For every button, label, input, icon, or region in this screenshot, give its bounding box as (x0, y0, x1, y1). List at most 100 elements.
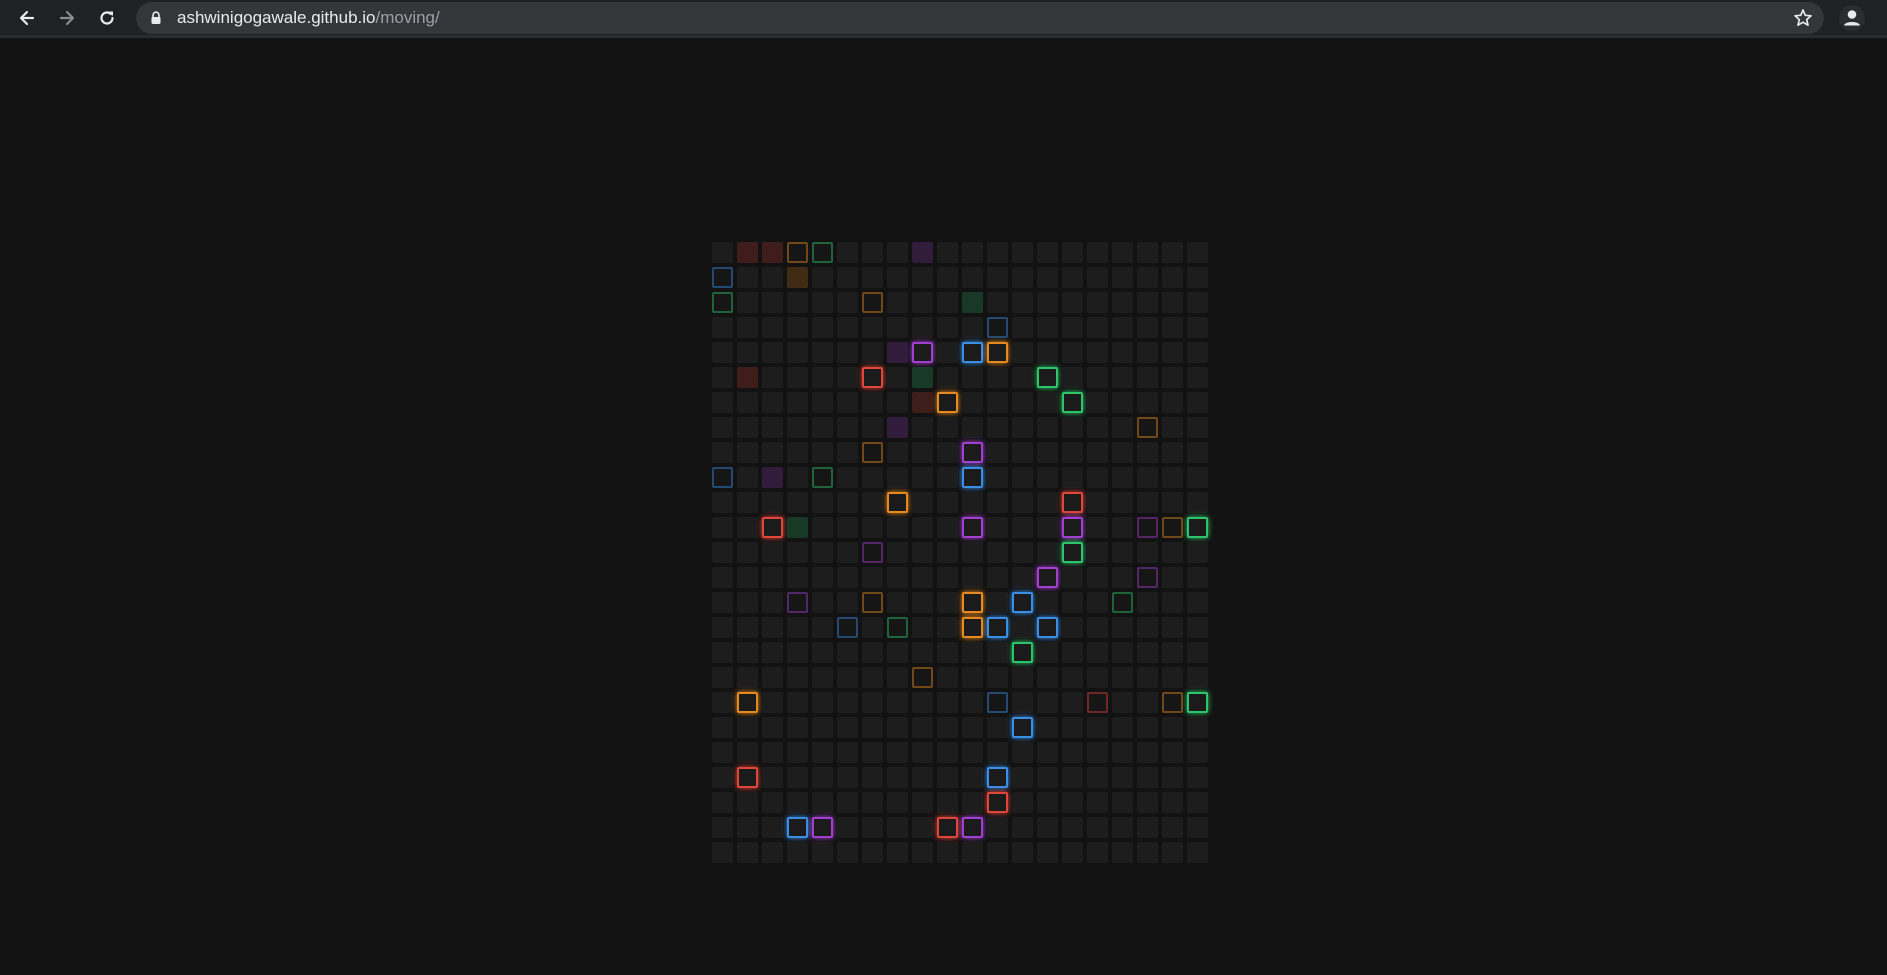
star-icon[interactable] (1792, 7, 1814, 29)
grid-cell (1012, 517, 1033, 538)
grid-cell (1012, 392, 1033, 413)
grid-cell (912, 692, 933, 713)
grid-cell (862, 492, 883, 513)
grid-cell (837, 817, 858, 838)
grid-cell (1062, 292, 1083, 313)
grid-cell (837, 467, 858, 488)
grid-cell (1162, 592, 1183, 613)
grid-cell (987, 267, 1008, 288)
grid-cell (1087, 667, 1108, 688)
grid-cell (1087, 417, 1108, 438)
grid-cell (762, 467, 783, 488)
grid-cell (812, 442, 833, 463)
grid-cell (787, 692, 808, 713)
grid-cell (962, 292, 983, 313)
grid-cell (1012, 742, 1033, 763)
grid-cell (812, 767, 833, 788)
grid-cell (1162, 742, 1183, 763)
grid-cell (962, 767, 983, 788)
grid-cell (862, 592, 883, 613)
reload-icon (100, 11, 114, 25)
grid-cell (862, 542, 883, 563)
back-button[interactable] (12, 3, 42, 33)
grid-cell (762, 792, 783, 813)
grid-cell (787, 492, 808, 513)
reload-button[interactable] (92, 3, 122, 33)
grid-cell (1162, 242, 1183, 263)
profile-icon[interactable] (1838, 4, 1866, 32)
grid-cell (912, 242, 933, 263)
grid-cell (1162, 417, 1183, 438)
grid-cell (1162, 817, 1183, 838)
grid-cell (837, 517, 858, 538)
grid-cell (1162, 542, 1183, 563)
grid-cell (887, 242, 908, 263)
grid-cell (1037, 817, 1058, 838)
grid-cell (1087, 292, 1108, 313)
grid-cell (862, 267, 883, 288)
grid-cell (1137, 717, 1158, 738)
grid-cell (787, 267, 808, 288)
grid-cell (862, 692, 883, 713)
grid-cell (937, 492, 958, 513)
grid-cell (1187, 692, 1208, 713)
grid-cell (1137, 567, 1158, 588)
grid-cell (712, 242, 733, 263)
grid-cell (737, 242, 758, 263)
grid-cell (962, 667, 983, 688)
grid-cell (987, 692, 1008, 713)
grid-cell (987, 342, 1008, 363)
grid-cell (912, 717, 933, 738)
grid-cell (912, 367, 933, 388)
grid-cell (787, 792, 808, 813)
grid-cell (962, 317, 983, 338)
grid-cell (987, 592, 1008, 613)
grid-cell (1187, 742, 1208, 763)
grid-cell (787, 542, 808, 563)
grid-cell (987, 467, 1008, 488)
grid-cell (787, 742, 808, 763)
grid-cell (887, 767, 908, 788)
grid-cell (1112, 567, 1133, 588)
grid-cell (787, 592, 808, 613)
grid-cell (987, 767, 1008, 788)
grid-cell (937, 717, 958, 738)
grid-cell (912, 567, 933, 588)
grid-cell (1187, 792, 1208, 813)
grid-cell (1187, 467, 1208, 488)
grid-cell (987, 242, 1008, 263)
grid-cell (812, 492, 833, 513)
grid-cell (1012, 592, 1033, 613)
grid-cell (1037, 517, 1058, 538)
grid-cell (1162, 442, 1183, 463)
grid-cell (912, 342, 933, 363)
grid-cell (1137, 692, 1158, 713)
grid-cell (762, 442, 783, 463)
grid-cell (937, 517, 958, 538)
grid-cell (962, 692, 983, 713)
grid-cell (862, 467, 883, 488)
address-bar[interactable]: ashwinigogawale.github.io/moving/ (136, 2, 1824, 34)
grid-cell (1012, 767, 1033, 788)
grid-cell (1112, 417, 1133, 438)
grid-cell (1187, 317, 1208, 338)
grid-cell (887, 542, 908, 563)
grid-cell (812, 367, 833, 388)
grid-cell (812, 467, 833, 488)
grid-cell (762, 417, 783, 438)
page-content (0, 38, 1887, 975)
forward-button[interactable] (52, 3, 82, 33)
grid-cell (762, 367, 783, 388)
grid-cell (1062, 617, 1083, 638)
grid-cell (787, 342, 808, 363)
grid-cell (1137, 492, 1158, 513)
grid-cell (712, 467, 733, 488)
grid-cell (1187, 442, 1208, 463)
grid-cell (1187, 842, 1208, 863)
grid-cell (1137, 742, 1158, 763)
grid-cell (937, 617, 958, 638)
grid-cell (937, 567, 958, 588)
grid-cell (887, 392, 908, 413)
grid-cell (912, 392, 933, 413)
grid-cell (937, 317, 958, 338)
